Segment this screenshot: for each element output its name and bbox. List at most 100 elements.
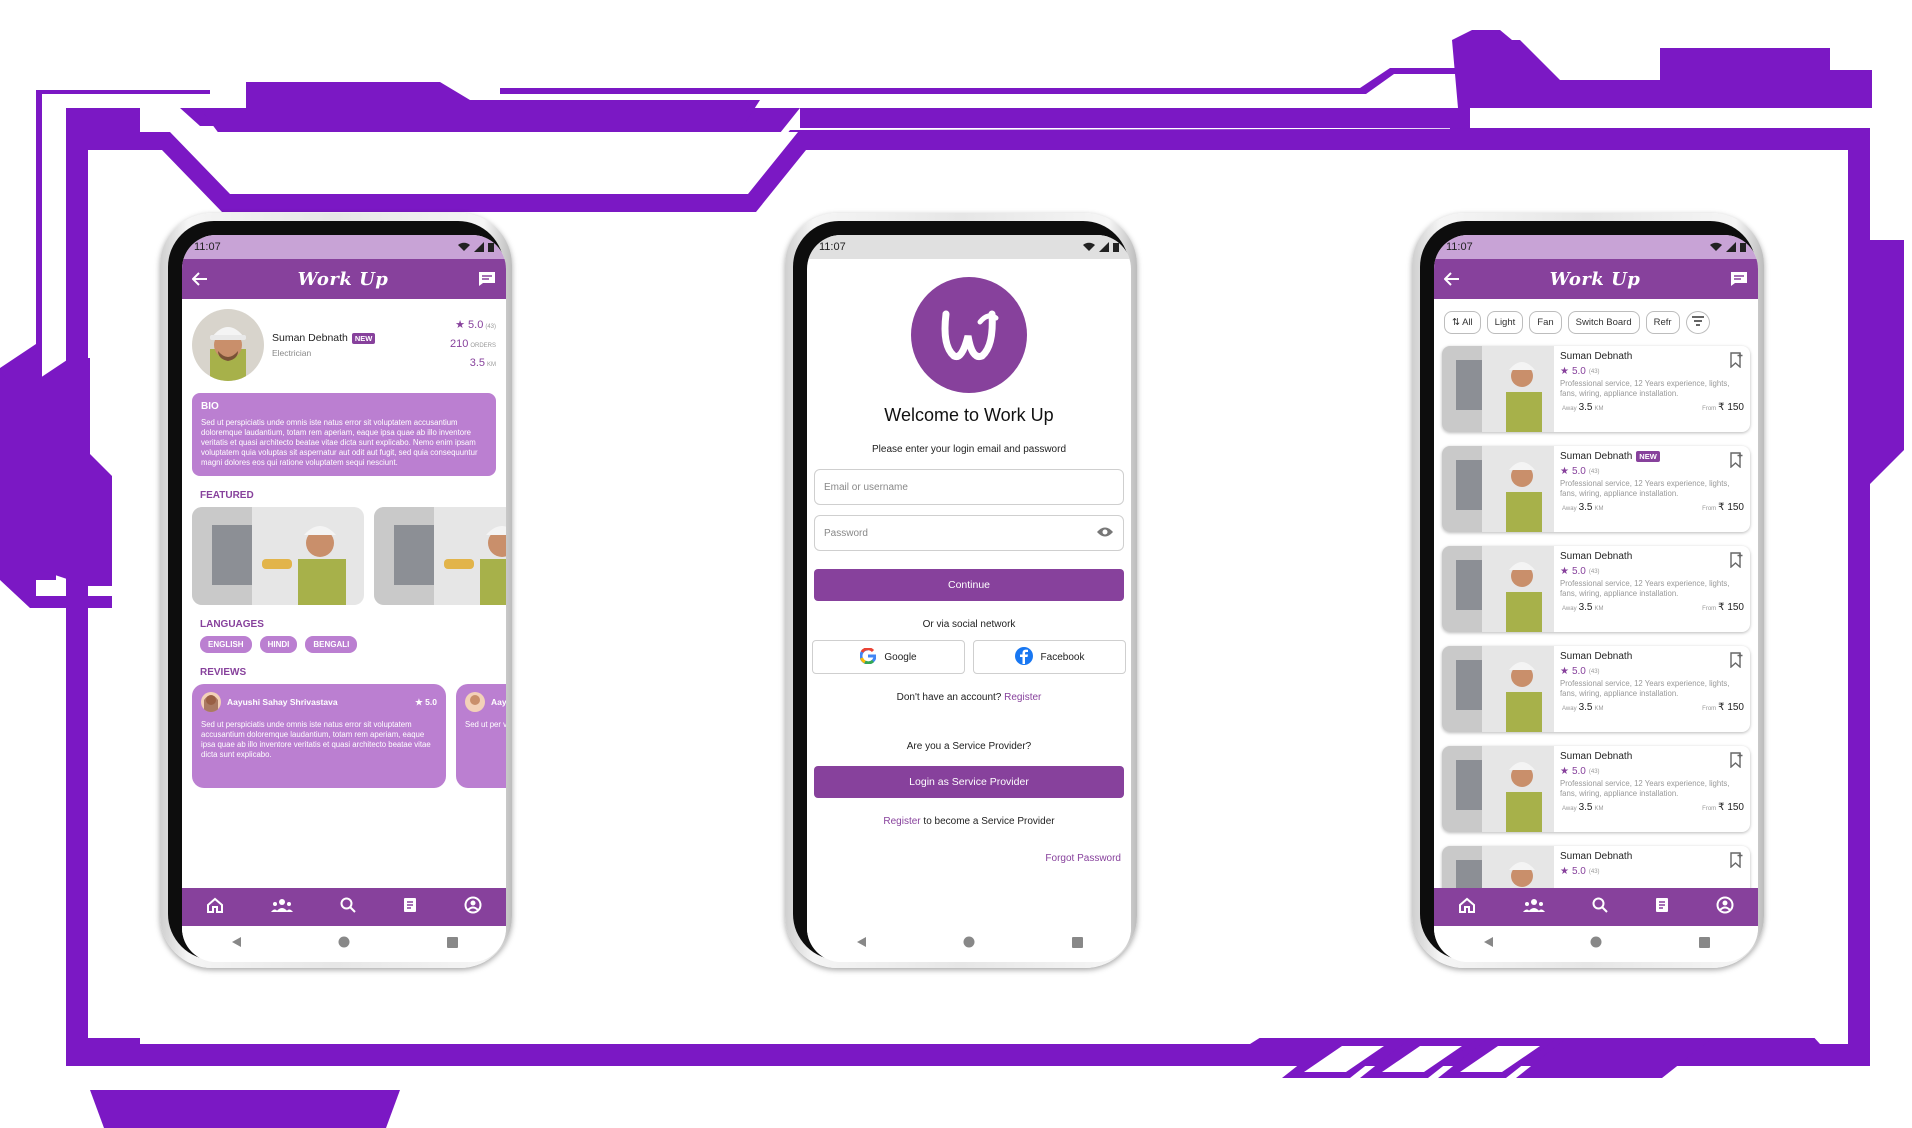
system-home-icon[interactable] xyxy=(963,935,975,953)
profile-icon[interactable] xyxy=(1716,896,1734,919)
password-input[interactable]: Password xyxy=(814,515,1124,551)
name-row: Suman Debnath NEW xyxy=(272,332,450,344)
provider-card[interactable]: Suman Debnath ★ 5.0 (43) Professional serv… xyxy=(1442,546,1750,632)
reviewer-name: Aayushi Sahay Shrivastava xyxy=(227,697,338,707)
provider-card-body: Suman Debnath ★ 5.0 (43) Professional serv… xyxy=(1554,646,1750,732)
provider-card[interactable]: Suman Debnath ★ 5.0 (43) Professional serv… xyxy=(1442,346,1750,432)
from-label: From xyxy=(1702,706,1717,712)
search-icon[interactable] xyxy=(340,897,356,918)
email-input[interactable]: Email or username xyxy=(814,469,1124,505)
status-icons xyxy=(458,242,494,252)
bookmark-add-icon[interactable] xyxy=(1730,352,1744,373)
system-recents-icon[interactable] xyxy=(1698,935,1710,953)
status-time: 11:07 xyxy=(819,241,846,253)
filter-chip-refr[interactable]: Refr xyxy=(1645,311,1680,334)
clipboard-icon[interactable] xyxy=(403,896,417,918)
provider-card[interactable]: Suman Debnath ★ 5.0 (43) Professional serv… xyxy=(1442,746,1750,832)
chat-icon[interactable] xyxy=(478,271,496,287)
provider-name: Suman Debnath xyxy=(1560,851,1633,862)
stat-distance: 3.5 KM xyxy=(450,355,496,374)
distance-value: 3.5 xyxy=(469,356,485,369)
distance: Away 3.5 KM xyxy=(1560,402,1605,413)
home-icon[interactable] xyxy=(206,897,224,918)
forgot-password-link[interactable]: Forgot Password xyxy=(1045,853,1121,864)
clipboard-icon[interactable] xyxy=(1655,896,1669,918)
distance: Away 3.5 KM xyxy=(1560,802,1605,813)
provider-card[interactable]: Suman Debnath NEW ★ 5.0 (43) Professional s… xyxy=(1442,446,1750,532)
system-back-icon[interactable] xyxy=(230,935,242,953)
card-footer: Away 3.5 KM From ₹ 150 xyxy=(1560,502,1744,513)
home-icon[interactable] xyxy=(1458,897,1476,918)
eye-icon[interactable] xyxy=(1096,526,1114,541)
stat-rating: ★ 5.0 (43) xyxy=(450,317,496,336)
bookmark-add-icon[interactable] xyxy=(1730,552,1744,573)
phone-profile: 11:07 Work Up Suman Debnath NEW Electric… xyxy=(160,213,512,968)
bio-card: BIO Sed ut perspiciatis unde omnis iste … xyxy=(192,393,496,476)
provider-register-link[interactable]: Register xyxy=(883,816,920,827)
facebook-button[interactable]: Facebook xyxy=(973,640,1126,674)
signal-icon xyxy=(1099,242,1109,252)
filter-chip-light[interactable]: Light xyxy=(1486,311,1524,334)
bookmark-add-icon[interactable] xyxy=(1730,852,1744,873)
new-badge: NEW xyxy=(351,332,376,344)
rating-value: 5.0 xyxy=(1571,666,1586,677)
search-icon[interactable] xyxy=(1592,897,1608,918)
filter-label: All xyxy=(1462,317,1473,328)
back-arrow-icon[interactable] xyxy=(1444,272,1460,286)
provider-card-body: Suman Debnath ★ 5.0 (43) Professional serv… xyxy=(1554,746,1750,832)
bookmark-add-icon[interactable] xyxy=(1730,452,1744,473)
provider-list[interactable]: Suman Debnath ★ 5.0 (43) Professional serv… xyxy=(1434,340,1758,932)
status-icons xyxy=(1710,242,1746,252)
bottom-nav xyxy=(182,888,506,926)
reviews-list[interactable]: Aayushi Sahay Shrivastava ★ 5.0 Sed ut p… xyxy=(182,684,506,788)
star-icon: ★ xyxy=(1560,666,1569,677)
featured-image[interactable] xyxy=(192,507,364,605)
continue-button[interactable]: Continue xyxy=(814,569,1124,601)
register-link[interactable]: Register xyxy=(1004,692,1041,703)
group-icon[interactable] xyxy=(270,898,293,917)
wifi-icon xyxy=(1710,242,1722,251)
provider-rating: ★ 5.0 (43) xyxy=(1560,466,1744,477)
price-value: ₹ 150 xyxy=(1718,802,1744,813)
social-buttons: Google Facebook xyxy=(812,640,1126,674)
google-button[interactable]: Google xyxy=(812,640,965,674)
bio-title: BIO xyxy=(201,401,219,412)
provider-card[interactable]: Suman Debnath ★ 5.0 (43) Professional serv… xyxy=(1442,646,1750,732)
provider-description: Professional service, 12 Years experienc… xyxy=(1560,479,1730,498)
rating-value: 5.0 xyxy=(468,318,484,331)
featured-image[interactable] xyxy=(374,507,506,605)
system-recents-icon[interactable] xyxy=(446,935,458,953)
chat-icon[interactable] xyxy=(1730,271,1748,287)
bookmark-add-icon[interactable] xyxy=(1730,752,1744,773)
from-label: From xyxy=(1702,606,1717,612)
filter-chip-switch-board[interactable]: Switch Board xyxy=(1567,311,1640,334)
profile-screen: 11:07 Work Up Suman Debnath NEW Electric… xyxy=(182,235,506,962)
profile-icon[interactable] xyxy=(464,896,482,919)
email-placeholder: Email or username xyxy=(824,481,908,493)
featured-gallery[interactable] xyxy=(182,507,506,605)
bookmark-add-icon[interactable] xyxy=(1730,652,1744,673)
app-title: Work Up xyxy=(1549,268,1641,290)
rating-count: (43) xyxy=(1588,568,1600,575)
group-icon[interactable] xyxy=(1522,898,1545,917)
card-name-row: Suman Debnath xyxy=(1560,651,1744,662)
system-recents-icon[interactable] xyxy=(1071,935,1083,953)
system-back-icon[interactable] xyxy=(855,935,867,953)
system-nav xyxy=(182,926,506,962)
provider-photo xyxy=(1442,346,1554,432)
system-home-icon[interactable] xyxy=(338,935,350,953)
system-back-icon[interactable] xyxy=(1482,935,1494,953)
card-name-row: Suman Debnath xyxy=(1560,851,1744,862)
rating-value: 5.0 xyxy=(1571,466,1586,477)
filter-icon[interactable] xyxy=(1685,311,1710,334)
rating-value: 5.0 xyxy=(1571,866,1586,877)
filter-bar: ⇅ All Light Fan Switch Board Refr xyxy=(1434,299,1758,340)
system-nav xyxy=(1434,926,1758,962)
price-value: ₹ 150 xyxy=(1718,702,1744,713)
back-arrow-icon[interactable] xyxy=(192,272,208,286)
login-provider-button[interactable]: Login as Service Provider xyxy=(814,766,1124,798)
provider-description: Professional service, 12 Years experienc… xyxy=(1560,679,1730,698)
filter-chip-fan[interactable]: Fan xyxy=(1529,311,1562,334)
system-home-icon[interactable] xyxy=(1590,935,1602,953)
filter-chip-all[interactable]: ⇅ All xyxy=(1444,311,1481,334)
